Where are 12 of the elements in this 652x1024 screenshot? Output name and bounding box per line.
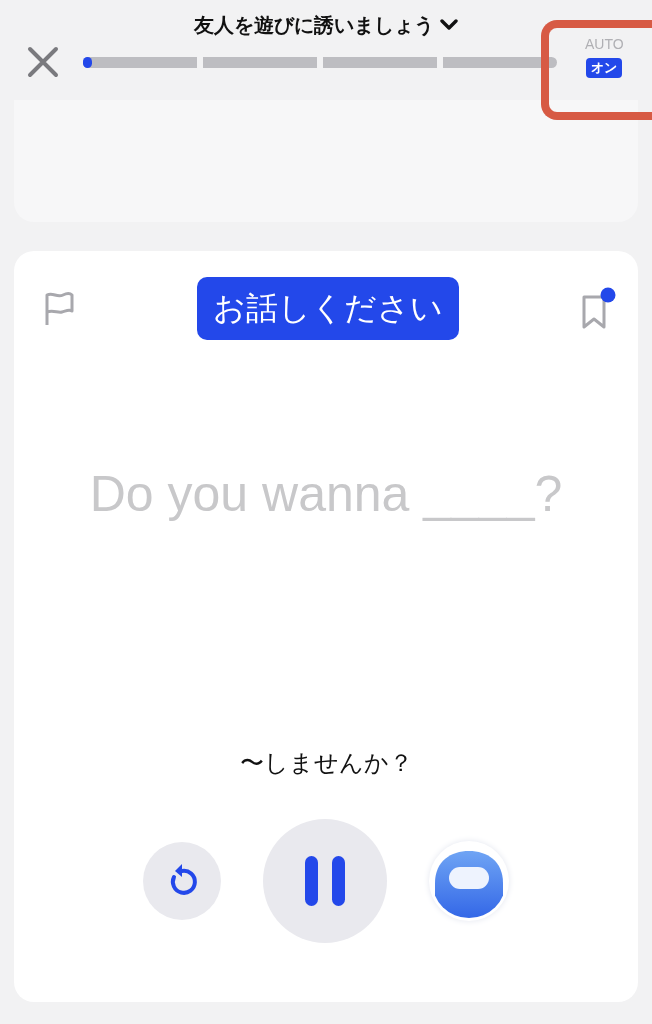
tutor-avatar-button[interactable] xyxy=(429,841,509,921)
auto-label: AUTO xyxy=(585,36,624,52)
pause-icon xyxy=(303,855,347,907)
bookmark-icon[interactable] xyxy=(580,286,616,331)
speak-prompt-badge: お話しください xyxy=(197,277,459,340)
auto-status-badge: オン xyxy=(586,58,623,78)
lesson-title[interactable]: 友人を遊びに誘いましょう xyxy=(194,12,458,38)
close-icon xyxy=(27,46,59,78)
translation-text: 〜しませんか？ xyxy=(239,748,413,778)
chevron-down-icon xyxy=(440,19,458,31)
auto-toggle[interactable]: AUTO オン xyxy=(585,36,624,78)
close-button[interactable] xyxy=(27,46,59,78)
